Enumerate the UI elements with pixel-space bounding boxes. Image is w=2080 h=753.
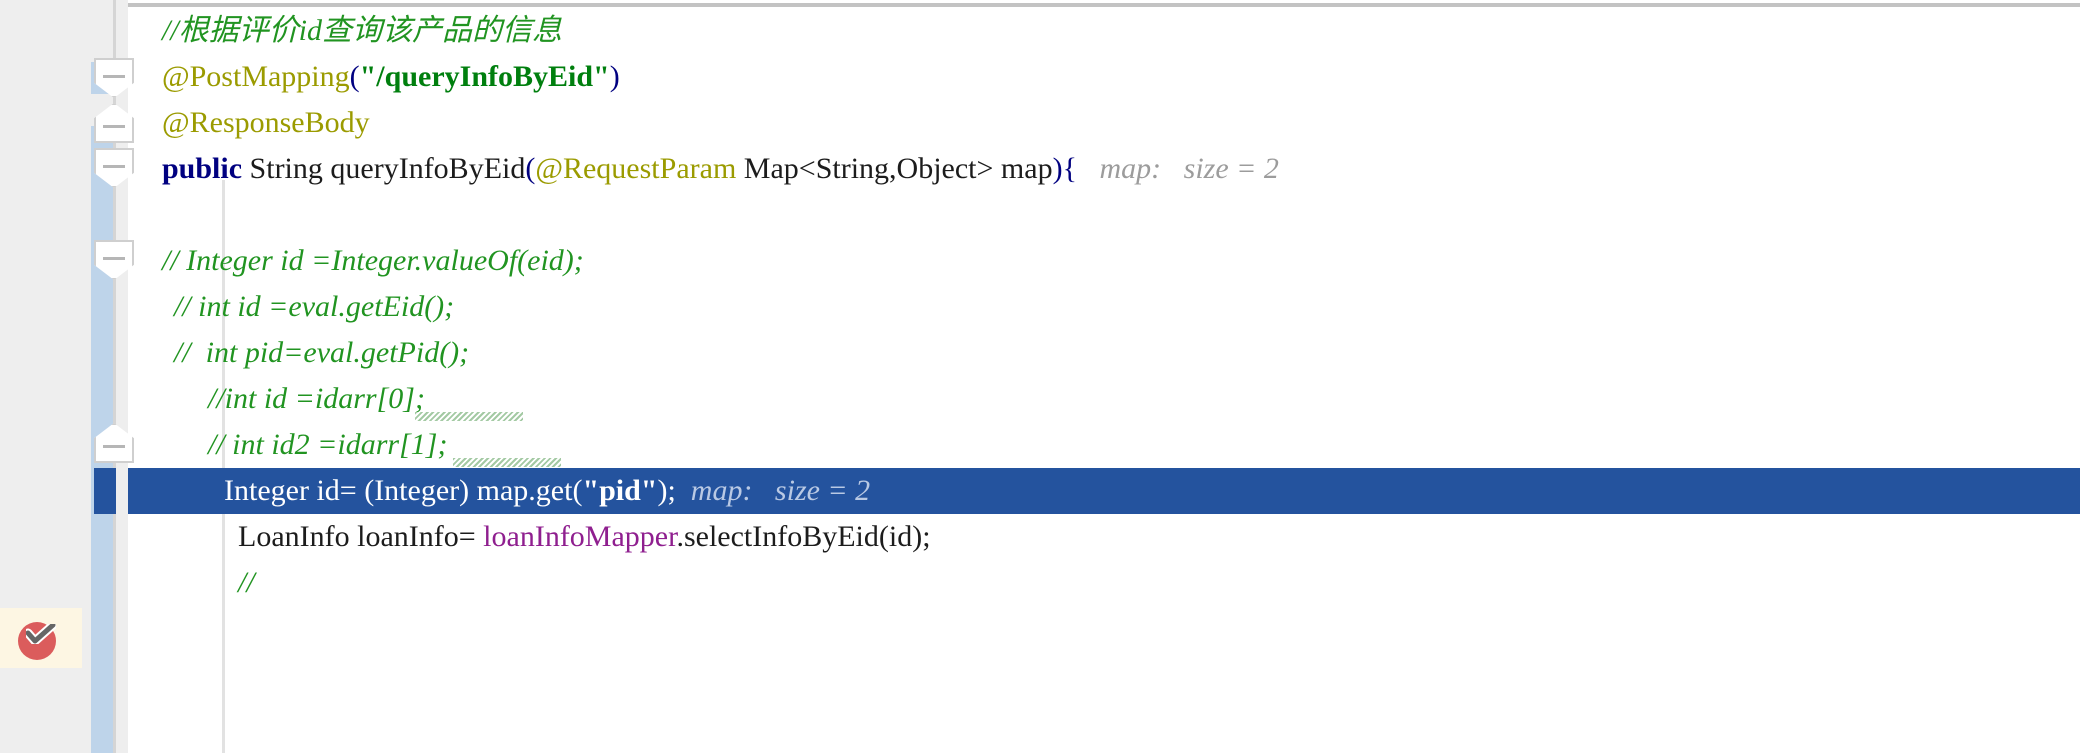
code-token: // Integer id =Integer.valueOf(eid); <box>162 244 584 277</box>
code-token: ( <box>572 474 583 507</box>
code-token: public <box>162 152 243 185</box>
code-token: // int pid=eval.getPid(); <box>174 336 470 369</box>
minus-icon <box>103 257 125 260</box>
code-token: ); <box>657 474 676 507</box>
code-token: String queryInfoByEid <box>242 152 526 185</box>
code-token: Integer id= (Integer) map.get <box>224 474 573 507</box>
code-token: "/queryInfoByEid" <box>359 60 610 93</box>
code-token: // int id =eval.getEid(); <box>174 290 455 323</box>
code-token: // <box>238 566 255 599</box>
code-line[interactable]: public String queryInfoByEid(@RequestPar… <box>128 146 2080 192</box>
code-line[interactable]: // Integer id =Integer.valueOf(eid); <box>128 238 2080 284</box>
code-text-area[interactable]: //根据评价id查询该产品的信息 @PostMapping("/queryInfo… <box>128 0 2080 753</box>
code-token: @RequestParam <box>535 152 737 185</box>
code-line[interactable]: LoanInfo loanInfo= loanInfoMapper.select… <box>128 514 2080 560</box>
code-token: ) <box>1052 152 1063 185</box>
code-token: map: size = 2 <box>675 474 871 507</box>
code-token: ( <box>525 152 536 185</box>
minus-icon <box>103 445 125 448</box>
code-line[interactable]: // int id =eval.getEid(); <box>128 284 2080 330</box>
code-token: map: size = 2 <box>1076 152 1279 185</box>
code-token: loanInfoMapper <box>483 520 677 553</box>
code-token: LoanInfo loanInfo= <box>238 520 484 553</box>
code-token: //int id =idarr[0]; <box>208 382 425 415</box>
warning-squiggle <box>415 412 523 421</box>
code-line[interactable]: @ResponseBody <box>128 100 2080 146</box>
check-icon <box>26 624 56 644</box>
code-line[interactable]: @PostMapping("/queryInfoByEid") <box>128 54 2080 100</box>
execution-line-gutter-tick <box>94 468 116 514</box>
code-line[interactable]: // <box>128 560 2080 606</box>
code-line[interactable]: //int id =idarr[0]; <box>128 376 2080 422</box>
code-token: //根据评价id查询该产品的信息 <box>162 14 563 47</box>
minus-icon <box>103 165 125 168</box>
code-token: .selectInfoByEid(id); <box>676 520 931 553</box>
code-token: // int id2 =idarr[1]; <box>208 428 448 461</box>
code-token: { <box>1062 152 1077 185</box>
warning-squiggle <box>453 458 561 467</box>
code-line[interactable]: //根据评价id查询该产品的信息 <box>128 8 2080 54</box>
code-line[interactable]: // int pid=eval.getPid(); <box>128 330 2080 376</box>
code-editor[interactable]: //根据评价id查询该产品的信息 @PostMapping("/queryInfo… <box>0 0 2080 753</box>
code-token: @PostMapping <box>162 60 350 93</box>
minus-icon <box>103 75 125 78</box>
code-token: @ResponseBody <box>162 106 370 139</box>
code-token: Map<String,Object> map <box>736 152 1053 185</box>
code-line[interactable]: Integer id= (Integer) map.get("pid"); ma… <box>128 468 2080 514</box>
code-token: ( <box>349 60 360 93</box>
code-line[interactable]: // int id2 =idarr[1]; <box>128 422 2080 468</box>
breakpoint-icon[interactable] <box>15 618 61 664</box>
minus-icon <box>103 125 125 128</box>
code-token: ) <box>609 60 620 93</box>
code-token: "pid" <box>582 474 658 507</box>
